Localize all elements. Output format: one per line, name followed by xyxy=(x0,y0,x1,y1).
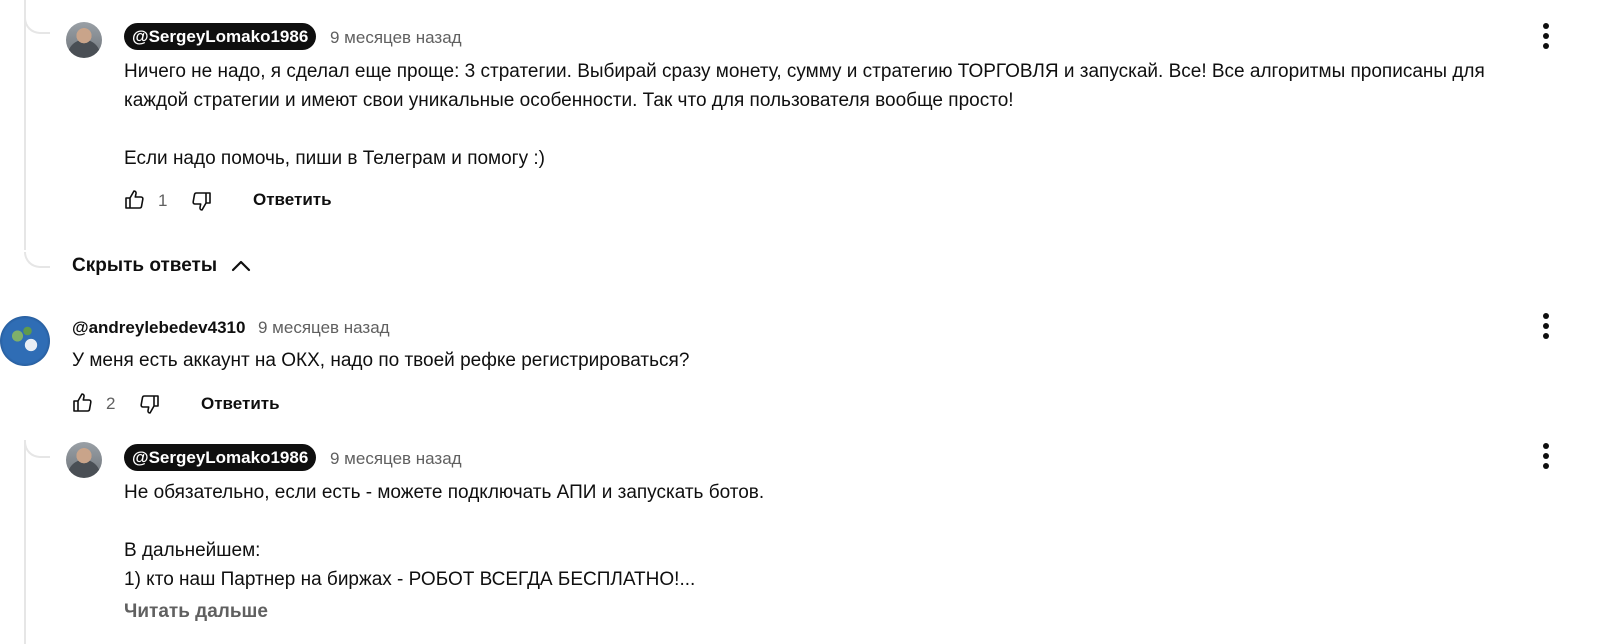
author-name[interactable]: @andreylebedev4310 xyxy=(72,318,245,338)
author-badge[interactable]: @SergeyLomako1986 xyxy=(124,444,317,471)
thread-line-bottom xyxy=(24,440,26,644)
thread-curve-reply-2 xyxy=(24,442,50,458)
hide-replies-label: Скрыть ответы xyxy=(72,255,218,276)
thumbs-down-icon[interactable] xyxy=(138,392,162,416)
avatar[interactable] xyxy=(66,22,102,58)
like-count: 1 xyxy=(158,191,168,210)
comment-timestamp[interactable]: 9 месяцев назад xyxy=(258,318,390,338)
read-more-button[interactable]: Читать дальше xyxy=(124,601,268,623)
comment-text: Не обязательно, если есть - можете подкл… xyxy=(124,482,765,590)
comment-text: Ничего не надо, я сделал еще проще: 3 ст… xyxy=(124,61,1485,169)
more-vert-icon[interactable] xyxy=(1534,442,1558,470)
chevron-up-icon xyxy=(231,260,251,272)
comment-text: У меня есть аккаунт на ОКХ, надо по твое… xyxy=(72,350,690,371)
more-vert-icon[interactable] xyxy=(1534,312,1558,340)
more-vert-icon[interactable] xyxy=(1534,22,1558,50)
comment-timestamp[interactable]: 9 месяцев назад xyxy=(330,28,462,48)
avatar[interactable] xyxy=(0,316,50,366)
reply-button[interactable]: Ответить xyxy=(201,394,280,414)
thumbs-up-icon[interactable] xyxy=(70,391,94,415)
thumbs-down-icon[interactable] xyxy=(190,189,214,213)
hide-replies-button[interactable]: Скрыть ответы xyxy=(72,253,253,279)
reply-button[interactable]: Ответить xyxy=(253,190,332,210)
thread-line-top xyxy=(24,0,26,250)
author-badge[interactable]: @SergeyLomako1986 xyxy=(124,23,317,50)
avatar[interactable] xyxy=(66,442,102,478)
like-count: 2 xyxy=(106,394,116,413)
thread-curve-reply-1 xyxy=(24,18,50,34)
thumbs-up-icon[interactable] xyxy=(122,188,146,212)
comment-timestamp[interactable]: 9 месяцев назад xyxy=(330,449,462,469)
thread-curve-hide-replies xyxy=(24,252,50,268)
